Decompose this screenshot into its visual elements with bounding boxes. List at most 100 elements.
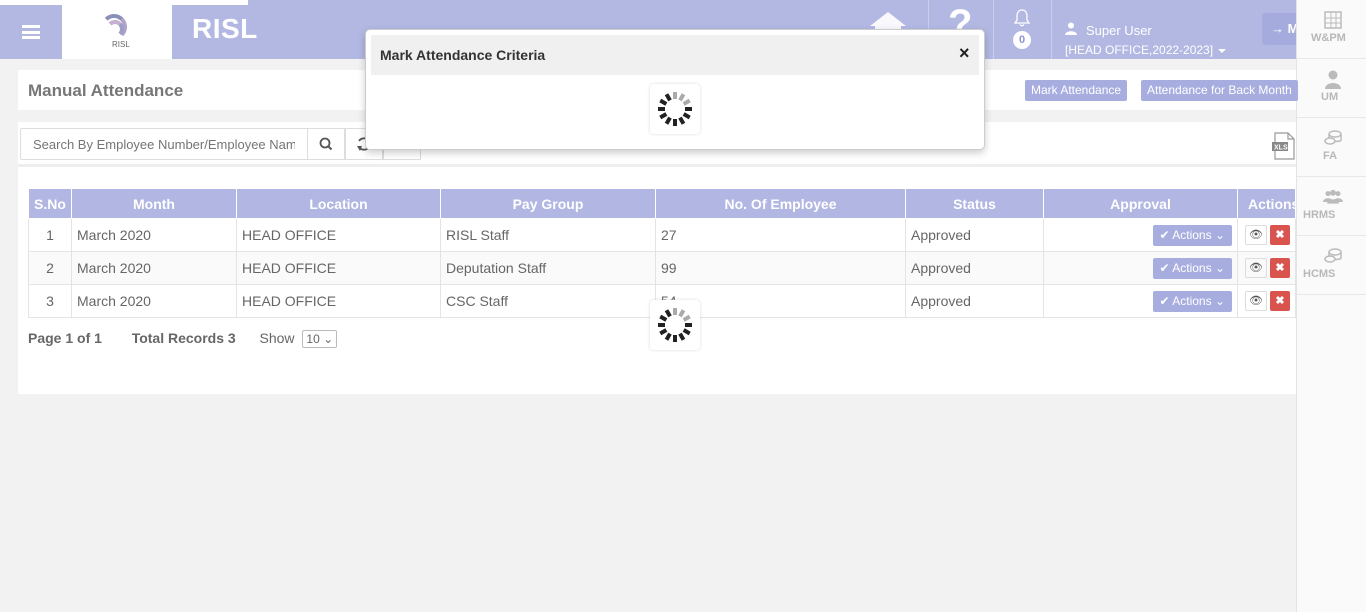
approval-actions-label: Actions xyxy=(1172,293,1212,308)
cell-month: March 2020 xyxy=(71,218,237,252)
spinner-segment xyxy=(682,328,691,336)
user-office-dropdown[interactable]: [HEAD OFFICE,2022-2023] xyxy=(1065,43,1227,57)
view-eye-icon[interactable]: 👁 xyxy=(1245,291,1267,311)
hamburger-icon xyxy=(22,25,40,39)
user-name[interactable]: Super User xyxy=(1086,23,1152,38)
cell-actions: 👁 ✖ xyxy=(1237,284,1296,318)
cell-pay-group: RISL Staff xyxy=(440,218,656,252)
excel-export-icon[interactable]: XLS xyxy=(1272,132,1296,160)
spinner-segment xyxy=(682,314,691,322)
attendance-table: S.No Month Location Pay Group No. Of Emp… xyxy=(28,188,1296,318)
column-header[interactable]: Status xyxy=(905,188,1044,219)
user-office-text: [HEAD OFFICE,2022-2023] xyxy=(1065,43,1214,57)
column-header[interactable]: Pay Group xyxy=(440,188,656,219)
cell-location: HEAD OFFICE xyxy=(236,284,441,318)
view-eye-icon[interactable]: 👁 xyxy=(1245,258,1267,278)
approval-actions-button[interactable]: ✔ Actions ⌄ xyxy=(1152,290,1232,312)
module-um[interactable]: UM xyxy=(1297,59,1366,118)
mark-attendance-button[interactable]: Mark Attendance xyxy=(1025,80,1128,101)
spinner-segment xyxy=(659,328,668,336)
spinner-segment xyxy=(682,112,691,120)
module-sidebar: W&PM UM FA HRMS HCMS xyxy=(1296,0,1366,612)
module-label: W&PM xyxy=(1311,32,1346,44)
logo[interactable]: RISL xyxy=(62,5,172,59)
delete-icon[interactable]: ✖ xyxy=(1270,291,1290,311)
spinner-segment xyxy=(664,309,672,318)
module-wpm[interactable]: W&PM xyxy=(1297,0,1366,59)
spinner-segment xyxy=(664,116,672,125)
cell-sno: 1 xyxy=(28,218,72,252)
modal-title: Mark Attendance Criteria xyxy=(380,47,546,63)
cell-status: Approved xyxy=(905,284,1044,318)
modal-loading-spinner xyxy=(650,84,700,134)
spinner-segment xyxy=(659,314,668,322)
column-header[interactable]: No. Of Employee xyxy=(655,188,906,219)
people-icon xyxy=(1323,189,1343,204)
module-label: UM xyxy=(1321,91,1339,103)
back-month-attendance-button[interactable]: Attendance for Back Month xyxy=(1141,80,1298,101)
column-header[interactable]: Actions xyxy=(1237,188,1296,219)
delete-icon[interactable]: ✖ xyxy=(1270,258,1290,278)
cell-approval: ✔ Actions ⌄ xyxy=(1043,284,1238,318)
table-row: 1 March 2020 HEAD OFFICE RISL Staff 27 A… xyxy=(28,218,1296,252)
approval-actions-button[interactable]: ✔ Actions ⌄ xyxy=(1152,257,1232,279)
column-header[interactable]: S.No xyxy=(28,188,72,219)
spinner-segment xyxy=(678,309,686,318)
column-header[interactable]: Location xyxy=(236,188,441,219)
caret-down-icon xyxy=(1218,48,1227,53)
spinner-segment xyxy=(682,98,691,106)
notification-count-badge: 0 xyxy=(1013,31,1031,49)
cell-approval: ✔ Actions ⌄ xyxy=(1043,251,1238,285)
module-label: FA xyxy=(1323,150,1338,162)
spinner-segment xyxy=(664,93,672,102)
cell-month: March 2020 xyxy=(71,251,237,285)
column-header[interactable]: Month xyxy=(71,188,237,219)
attendance-panel: XLS S.No Month Location Pay Group No. Of… xyxy=(18,122,1296,394)
approval-actions-label: Actions xyxy=(1172,260,1212,275)
header-separator xyxy=(993,0,994,59)
cell-pay-group: Deputation Staff xyxy=(440,251,656,285)
view-eye-icon[interactable]: 👁 xyxy=(1245,225,1267,245)
spinner-segment xyxy=(664,332,672,341)
approval-actions-label: Actions xyxy=(1172,227,1212,242)
cell-status: Approved xyxy=(905,251,1044,285)
mark-attendance-criteria-modal: Mark Attendance Criteria × xyxy=(365,29,985,150)
page-title: Manual Attendance xyxy=(28,81,184,100)
cell-status: Approved xyxy=(905,218,1044,252)
page-size-value: 10 xyxy=(306,332,320,346)
coins-icon xyxy=(1324,248,1342,263)
cell-sno: 3 xyxy=(28,284,72,318)
modal-header: Mark Attendance Criteria × xyxy=(371,35,979,75)
cell-location: HEAD OFFICE xyxy=(236,218,441,252)
menu-toggle-button[interactable] xyxy=(0,5,62,59)
risl-logo-icon: RISL xyxy=(97,12,137,52)
module-fa[interactable]: FA xyxy=(1297,118,1366,177)
module-hcms[interactable]: HCMS xyxy=(1297,236,1366,295)
page-indicator: Page 1 of 1 xyxy=(28,330,102,346)
cell-actions: 👁 ✖ xyxy=(1237,251,1296,285)
cell-sno: 2 xyxy=(28,251,72,285)
search-input[interactable] xyxy=(20,128,308,160)
module-hrms[interactable]: HRMS xyxy=(1297,177,1366,236)
column-header[interactable]: Approval xyxy=(1043,188,1238,219)
spinner-icon xyxy=(658,308,692,342)
search-button[interactable] xyxy=(307,128,345,160)
user-icon xyxy=(1325,70,1341,89)
logo-text: RISL xyxy=(112,40,130,49)
loading-spinner xyxy=(650,300,700,350)
spinner-segment xyxy=(659,98,668,106)
page-size-select[interactable]: 10 ⌄ xyxy=(302,330,338,348)
close-icon[interactable]: × xyxy=(959,43,970,64)
approval-actions-button[interactable]: ✔ Actions ⌄ xyxy=(1152,224,1232,246)
header-separator xyxy=(1051,0,1052,59)
svg-text:XLS: XLS xyxy=(1274,145,1288,152)
user-icon xyxy=(1065,22,1077,35)
show-label: Show xyxy=(259,330,295,346)
cell-location: HEAD OFFICE xyxy=(236,251,441,285)
spinner-segment xyxy=(678,116,686,125)
delete-icon[interactable]: ✖ xyxy=(1270,225,1290,245)
coins-icon xyxy=(1324,130,1342,145)
bell-icon[interactable] xyxy=(1014,9,1030,27)
search-icon xyxy=(319,137,333,151)
grid-icon xyxy=(1324,11,1342,29)
